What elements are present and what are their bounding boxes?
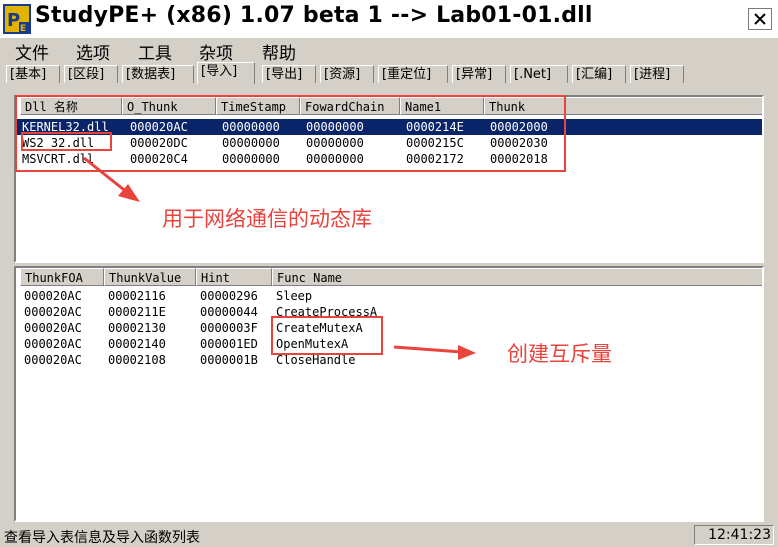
arrow-icon	[393, 345, 476, 360]
annotation-arrows	[83, 156, 476, 360]
annotation-network-dll: 用于网络通信的动态库	[162, 207, 372, 231]
status-text: 查看导入表信息及导入函数列表	[4, 530, 200, 546]
arrow-icon	[83, 156, 140, 202]
annotation-mutex: 创建互斥量	[507, 342, 612, 366]
status-bar: 查看导入表信息及导入函数列表 12:41:23	[0, 523, 778, 547]
status-clock: 12:41:23	[694, 525, 774, 545]
